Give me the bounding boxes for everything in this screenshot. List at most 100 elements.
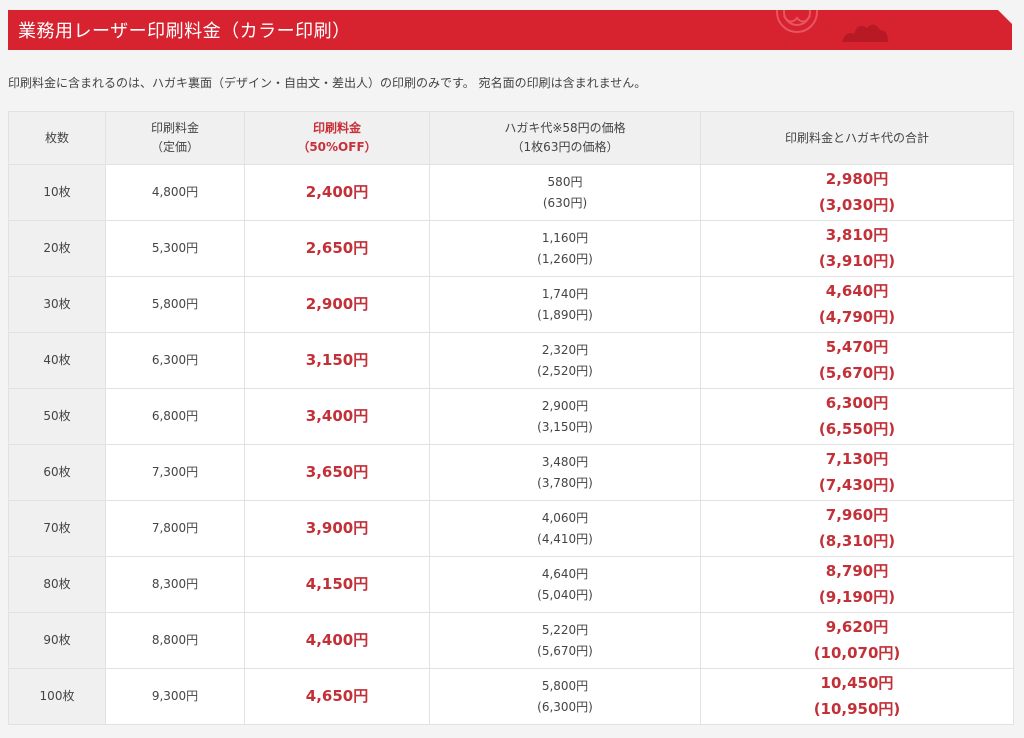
cell-list-price: 6,800円 (105, 388, 245, 445)
cell-list-price: 7,300円 (105, 444, 245, 501)
postcard-price-58: 4,640円 (541, 566, 589, 581)
cell-list-price: 6,300円 (105, 332, 245, 389)
cell-count: 40枚 (8, 332, 106, 389)
header-discount-price: 印刷料金 （50%OFF） (244, 111, 430, 165)
decorative-cloud-icon (842, 24, 888, 42)
cell-total: 5,470円 (5,670円) (700, 332, 1014, 389)
cell-total: 7,130円 (7,430円) (700, 444, 1014, 501)
header-list-price: 印刷料金 （定価） (105, 111, 245, 165)
cell-discount-price: 3,900円 (244, 500, 430, 557)
total-58: 5,470円 (825, 338, 889, 356)
postcard-price-58: 4,060円 (541, 510, 589, 525)
table-row: 50枚 6,800円 3,400円 2,900円 (3,150円) 6,300円 (6,55… (8, 388, 1014, 445)
corner-fold (998, 10, 1012, 24)
cell-postcard-price: 1,160円 (1,260円) (429, 220, 701, 277)
postcard-price-58: 2,900円 (541, 398, 589, 413)
postcard-price-58: 580円 (547, 174, 583, 189)
cell-postcard-price: 3,480円 (3,780円) (429, 444, 701, 501)
cell-list-price: 5,300円 (105, 220, 245, 277)
total-63: (5,670円) (818, 363, 896, 382)
cell-count: 60枚 (8, 444, 106, 501)
total-63: (4,790円) (818, 307, 896, 326)
total-63: (7,430円) (818, 475, 896, 494)
cell-total: 3,810円 (3,910円) (700, 220, 1014, 277)
cell-discount-price: 2,400円 (244, 164, 430, 221)
total-63: (8,310円) (818, 531, 896, 550)
table-row: 90枚 8,800円 4,400円 5,220円 (5,670円) 9,620円 (10,0… (8, 612, 1014, 669)
postcard-price-63: (5,040円) (537, 587, 593, 602)
cell-list-price: 4,800円 (105, 164, 245, 221)
cell-list-price: 9,300円 (105, 668, 245, 725)
postcard-price-63: (3,150円) (537, 419, 593, 434)
cell-total: 4,640円 (4,790円) (700, 276, 1014, 333)
total-58: 2,980円 (825, 170, 889, 188)
total-58: 9,620円 (825, 618, 889, 636)
cell-total: 8,790円 (9,190円) (700, 556, 1014, 613)
cell-list-price: 5,800円 (105, 276, 245, 333)
total-63: (9,190円) (818, 587, 896, 606)
table-row: 70枚 7,800円 3,900円 4,060円 (4,410円) 7,960円 (8,31… (8, 500, 1014, 557)
cell-discount-price: 3,400円 (244, 388, 430, 445)
cell-total: 6,300円 (6,550円) (700, 388, 1014, 445)
postcard-price-58: 2,320円 (541, 342, 589, 357)
table-row: 20枚 5,300円 2,650円 1,160円 (1,260円) 3,810円 (3,91… (8, 220, 1014, 277)
cell-postcard-price: 1,740円 (1,890円) (429, 276, 701, 333)
total-58: 8,790円 (825, 562, 889, 580)
cell-discount-price: 4,150円 (244, 556, 430, 613)
table-row: 80枚 8,300円 4,150円 4,640円 (5,040円) 8,790円 (9,19… (8, 556, 1014, 613)
cell-list-price: 7,800円 (105, 500, 245, 557)
cell-postcard-price: 5,800円 (6,300円) (429, 668, 701, 725)
cell-count: 20枚 (8, 220, 106, 277)
cell-discount-price: 2,650円 (244, 220, 430, 277)
table-header-row: 枚数 印刷料金 （定価） 印刷料金 （50%OFF） ハガキ代※58円の価格 （… (8, 111, 1014, 165)
postcard-price-63: (6,300円) (537, 699, 593, 714)
decorative-pattern-icon (776, 10, 818, 33)
total-58: 7,960円 (825, 506, 889, 524)
cell-count: 30枚 (8, 276, 106, 333)
total-63: (3,030円) (818, 195, 896, 214)
cell-count: 50枚 (8, 388, 106, 445)
table-row: 60枚 7,300円 3,650円 3,480円 (3,780円) 7,130円 (7,43… (8, 444, 1014, 501)
section-title: 業務用レーザー印刷料金（カラー印刷） (18, 21, 351, 42)
total-63: (10,950円) (813, 699, 901, 718)
cell-count: 100枚 (8, 668, 106, 725)
total-63: (3,910円) (818, 251, 896, 270)
cell-discount-price: 3,650円 (244, 444, 430, 501)
cell-postcard-price: 5,220円 (5,670円) (429, 612, 701, 669)
cell-postcard-price: 2,320円 (2,520円) (429, 332, 701, 389)
postcard-price-58: 1,740円 (541, 286, 589, 301)
postcard-price-63: (1,260円) (537, 251, 593, 266)
cell-list-price: 8,800円 (105, 612, 245, 669)
cell-total: 7,960円 (8,310円) (700, 500, 1014, 557)
header-total: 印刷料金とハガキ代の合計 (700, 111, 1014, 165)
postcard-price-63: (1,890円) (537, 307, 593, 322)
section-header: 業務用レーザー印刷料金（カラー印刷） (8, 10, 1012, 50)
postcard-price-63: (3,780円) (537, 475, 593, 490)
cell-total: 9,620円 (10,070円) (700, 612, 1014, 669)
cell-postcard-price: 4,640円 (5,040円) (429, 556, 701, 613)
cell-discount-price: 4,650円 (244, 668, 430, 725)
table-row: 10枚 4,800円 2,400円 580円 (630円) 2,980円 (3,030円) (8, 164, 1014, 221)
total-58: 4,640円 (825, 282, 889, 300)
table-body: 10枚 4,800円 2,400円 580円 (630円) 2,980円 (3,030円) 2… (8, 164, 1014, 725)
header-postcard-price: ハガキ代※58円の価格 （1枚63円の価格） (429, 111, 701, 165)
table-row: 30枚 5,800円 2,900円 1,740円 (1,890円) 4,640円 (4,79… (8, 276, 1014, 333)
total-58: 6,300円 (825, 394, 889, 412)
postcard-price-58: 3,480円 (541, 454, 589, 469)
cell-count: 80枚 (8, 556, 106, 613)
cell-total: 2,980円 (3,030円) (700, 164, 1014, 221)
table-row: 40枚 6,300円 3,150円 2,320円 (2,520円) 5,470円 (5,67… (8, 332, 1014, 389)
postcard-price-63: (5,670円) (537, 643, 593, 658)
total-63: (6,550円) (818, 419, 896, 438)
total-58: 3,810円 (825, 226, 889, 244)
cell-list-price: 8,300円 (105, 556, 245, 613)
printing-note: 印刷料金に含まれるのは、ハガキ裏面（デザイン・自由文・差出人）の印刷のみです。 … (8, 76, 647, 90)
postcard-price-58: 1,160円 (541, 230, 589, 245)
postcard-price-63: (4,410円) (537, 531, 593, 546)
postcard-price-63: (630円) (542, 195, 588, 210)
cell-discount-price: 3,150円 (244, 332, 430, 389)
cell-count: 10枚 (8, 164, 106, 221)
cell-postcard-price: 580円 (630円) (429, 164, 701, 221)
cell-postcard-price: 2,900円 (3,150円) (429, 388, 701, 445)
cell-total: 10,450円 (10,950円) (700, 668, 1014, 725)
